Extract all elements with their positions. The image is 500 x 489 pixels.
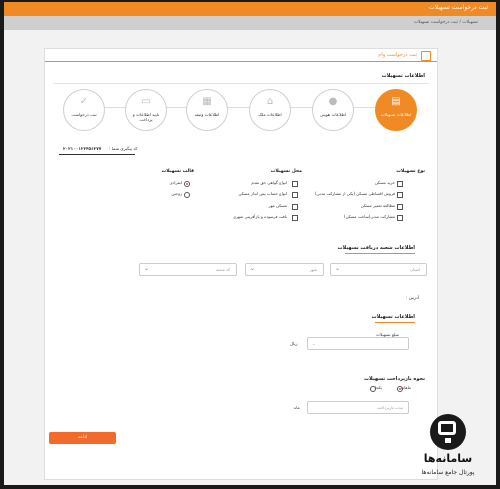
loan-place-checkbox-2[interactable]	[292, 192, 298, 198]
loan-place-option-1: انواع گواهی حق تقدم	[251, 180, 287, 185]
loan-place-option-3: مسکن مهر	[268, 203, 287, 208]
brand-watermark: سامانه‌ها پورتال جامع سامانه‌ها	[400, 412, 496, 484]
step-confirm-pay[interactable]: ▭ تایید اطلاعات و پرداخت	[125, 89, 167, 131]
template-option-individual: انفرادی	[169, 180, 182, 185]
loan-type-option-4: مشارکت مدنی(ساخت مسکن)	[344, 214, 395, 219]
step-label: اطلاعات هویتی	[319, 112, 347, 117]
tracking-code: ۲۰۲۱۰۰۱۲۳۴۵۶۳۷۷	[63, 146, 102, 151]
repay-option-lumpsum: یکجا	[374, 385, 382, 390]
loan-type-checkbox-2[interactable]	[397, 192, 403, 198]
loan-template-title: قالب تسهیلات	[161, 169, 194, 174]
loan-info-title-underline	[375, 322, 415, 323]
step-identity-info[interactable]: ● اطلاعات هویتی	[312, 89, 354, 131]
amount-stepper-icon: ⌄	[312, 341, 316, 346]
loan-type-checkbox-3[interactable]	[397, 204, 403, 210]
house-icon: ⌂	[266, 96, 274, 107]
step-label: ثبت درخواست	[71, 112, 97, 117]
step-submit-request[interactable]: ✓ ثبت درخواست	[63, 89, 105, 131]
payment-icon: ▭	[141, 96, 151, 107]
city-select-value: شهر	[309, 267, 317, 272]
loan-place-option-4: بافت فرسوده و بازآفرینی شهری	[232, 214, 287, 219]
card-header: ثبت درخواست وام	[45, 49, 437, 63]
branch-title-underline	[345, 253, 415, 254]
address-label: آدرس :	[406, 295, 419, 300]
repay-period-input[interactable]: مدت بازپرداخت	[307, 401, 409, 414]
page-header-title: ثبت درخواست تسهیلات	[429, 4, 488, 11]
step-label: اطلاعات وثیقه	[194, 112, 220, 117]
loan-type-checkbox-4[interactable]	[397, 215, 403, 221]
loan-place-title: محل تسهیلات	[270, 169, 302, 174]
province-select[interactable]: استان ⌄	[330, 263, 427, 276]
loan-type-option-2: فروش اقساطی مسکن (یکی از مشارکت مدنی)	[314, 191, 395, 196]
step-label: تایید اطلاعات و پرداخت	[132, 112, 160, 122]
step-label: اطلاعات تسهیلات	[380, 112, 412, 117]
step-collateral-info[interactable]: ▦ اطلاعات وثیقه	[186, 89, 228, 131]
continue-button[interactable]: ادامه	[49, 432, 116, 444]
user-icon: ●	[328, 96, 338, 107]
top-header-bar: ثبت درخواست تسهیلات	[4, 2, 496, 16]
divider	[53, 83, 429, 84]
chevron-down-icon: ⌄	[144, 265, 150, 272]
check-icon: ✓	[79, 96, 89, 107]
template-radio-couple[interactable]	[184, 192, 190, 198]
loan-place-checkbox-1[interactable]	[292, 181, 298, 187]
card-title: ثبت درخواست وام	[378, 52, 417, 58]
loan-type-option-3: مطالعه تعمیر مسکن	[360, 203, 395, 208]
loan-type-option-1: خرید مسکن	[374, 180, 395, 185]
city-select[interactable]: شهر ⌄	[245, 263, 324, 276]
loan-place-option-2: انواع حساب پس انداز مسکن	[238, 191, 287, 196]
tracking-label: کد پیگیری شما :	[109, 146, 138, 151]
step-property-info[interactable]: ⌂ اطلاعات ملک	[249, 89, 291, 131]
province-select-value: استان	[410, 267, 420, 272]
section-title-loan: اطلاعات تسهیلات	[381, 73, 425, 79]
branch-code-select-value: کد شعبه	[216, 267, 230, 272]
brand-subtitle: پورتال جامع سامانه‌ها	[421, 469, 475, 476]
browser-frame: ثبت درخواست تسهیلات تسهیلات / ثبت درخواس…	[0, 0, 500, 489]
repay-title: نحوه بازپرداخت تسهیلات	[364, 376, 425, 382]
chevron-down-icon: ⌄	[335, 265, 341, 272]
period-unit: ماه	[294, 405, 300, 410]
branch-code-select[interactable]: کد شعبه ⌄	[139, 263, 237, 276]
loan-place-checkbox-3[interactable]	[292, 204, 298, 210]
loan-place-checkbox-4[interactable]	[292, 215, 298, 221]
template-option-couple: زوجین	[171, 191, 182, 196]
branch-section-title: اطلاعات شعبه دریافت تسهیلات	[337, 245, 415, 251]
loan-request-card: ثبت درخواست وام اطلاعات تسهیلات ▤ اطلاعا…	[44, 48, 438, 480]
step-label: اطلاعات ملک	[258, 112, 282, 117]
monitor-logo-icon	[430, 414, 466, 450]
chevron-down-icon: ⌄	[250, 265, 256, 272]
document-icon: ▤	[391, 96, 401, 107]
loan-type-checkbox-1[interactable]	[397, 181, 403, 187]
amount-unit: ریال	[290, 341, 298, 346]
repay-option-monthly: ماهانه	[401, 385, 411, 390]
repay-period-placeholder: مدت بازپرداخت	[376, 405, 403, 410]
tracking-underline	[59, 154, 135, 155]
step-loan-info[interactable]: ▤ اطلاعات تسهیلات	[375, 89, 417, 131]
breadcrumb[interactable]: تسهیلات / ثبت درخواست تسهیلات	[414, 20, 478, 25]
brand-name: سامانه‌ها	[423, 452, 473, 465]
id-card-icon: ▦	[202, 96, 212, 107]
breadcrumb-bar: تسهیلات / ثبت درخواست تسهیلات	[4, 16, 496, 30]
form-icon	[421, 51, 431, 61]
card-header-underline	[45, 61, 437, 62]
template-radio-individual[interactable]	[184, 181, 190, 187]
amount-input[interactable]: ⌄	[307, 337, 409, 350]
loan-info-title: اطلاعات تسهیلات	[371, 314, 415, 320]
loan-type-title: نوع تسهیلات	[396, 169, 425, 174]
